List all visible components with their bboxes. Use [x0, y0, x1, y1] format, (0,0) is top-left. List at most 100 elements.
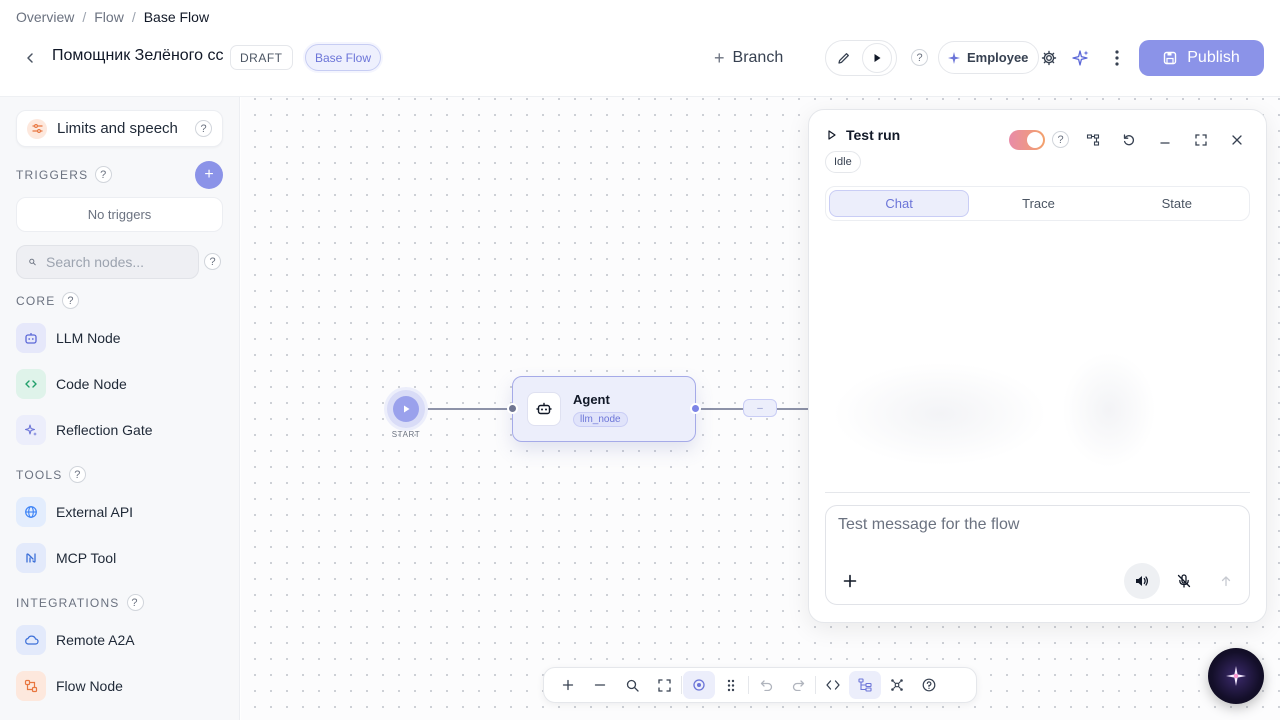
fit-view-button[interactable] [648, 671, 680, 699]
branch-label: Branch [732, 49, 784, 66]
run-status-badge: Idle [825, 151, 861, 173]
zoom-in-button[interactable] [552, 671, 584, 699]
undo-button[interactable] [750, 671, 782, 699]
run-button[interactable] [862, 43, 892, 73]
help-icon[interactable]: ? [195, 120, 212, 137]
focus-button[interactable] [683, 671, 715, 699]
agent-title: Agent [573, 391, 610, 407]
node-label: Remote A2A [56, 632, 135, 648]
redo-icon [792, 680, 804, 691]
breadcrumb-separator: / [131, 9, 136, 25]
plus-icon: + [714, 47, 725, 68]
graph-view-button[interactable] [1081, 128, 1105, 152]
send-button[interactable] [1214, 569, 1238, 593]
ai-sparkle-button[interactable] [1069, 46, 1093, 70]
triggers-title: TRIGGERS [16, 167, 89, 182]
publish-button[interactable]: Publish [1139, 40, 1264, 76]
limits-and-speech-card[interactable]: Limits and speech ? [16, 110, 223, 147]
test-run-tabs: Chat Trace State [825, 186, 1250, 221]
help-icon[interactable]: ? [204, 253, 221, 270]
sidebar-item-reflection-gate[interactable]: Reflection Gate [16, 414, 153, 446]
breadcrumb-overview[interactable]: Overview [16, 9, 74, 25]
empty-state-shape [832, 362, 1048, 466]
zoom-out-button[interactable] [584, 671, 616, 699]
tree-structure-icon [1086, 134, 1100, 146]
flow-icon [16, 671, 46, 701]
edge-label-pill[interactable]: – [743, 399, 777, 417]
input-port[interactable] [507, 403, 518, 414]
code-view-button[interactable] [817, 671, 849, 699]
play-icon [828, 130, 836, 140]
core-title: CORE [16, 293, 56, 308]
add-trigger-button[interactable]: + [195, 161, 223, 189]
empty-state-shape [1062, 352, 1156, 468]
help-icon[interactable]: ? [911, 49, 928, 66]
microphone-button[interactable] [1172, 569, 1196, 593]
reset-button[interactable] [1117, 128, 1141, 152]
employee-button[interactable]: Employee [938, 41, 1040, 74]
triggers-section-title: TRIGGERS ? [16, 166, 113, 183]
expand-icon [1195, 134, 1207, 146]
tab-chat[interactable]: Chat [829, 190, 970, 217]
globe-icon [16, 497, 46, 527]
assistant-orb-button[interactable] [1208, 648, 1264, 704]
sidebar-item-llm-node[interactable]: LLM Node [16, 322, 121, 354]
more-menu-button[interactable] [1105, 46, 1129, 70]
node-label: LLM Node [56, 330, 121, 346]
minimize-button[interactable] [1153, 128, 1177, 152]
network-view-button[interactable] [881, 671, 913, 699]
sidebar-item-remote-a2a[interactable]: Remote A2A [16, 624, 135, 656]
node-label: External API [56, 504, 134, 520]
back-button[interactable] [20, 48, 40, 68]
zoom-search-button[interactable] [616, 671, 648, 699]
integrations-title: INTEGRATIONS [16, 595, 120, 610]
speaker-button[interactable] [1124, 563, 1160, 599]
fullscreen-button[interactable] [1189, 128, 1213, 152]
sidebar-item-external-api[interactable]: External API [16, 496, 133, 528]
flow-title[interactable]: Помощник Зелёного сс [52, 47, 224, 67]
attach-button[interactable] [838, 569, 862, 593]
drag-handle-button[interactable] [715, 671, 747, 699]
start-node[interactable] [387, 390, 425, 428]
robot-icon [16, 323, 46, 353]
redo-button[interactable] [782, 671, 814, 699]
help-icon[interactable]: ? [95, 166, 113, 183]
help-icon[interactable]: ? [69, 466, 87, 483]
edge-start-agent[interactable] [425, 408, 515, 410]
toolbar-divider [681, 676, 682, 694]
magic-sparkle-icon [1072, 50, 1089, 66]
agent-node[interactable]: Agent llm_node [512, 376, 696, 442]
edit-button[interactable] [830, 44, 858, 72]
help-icon[interactable]: ? [1052, 131, 1069, 148]
auto-layout-button[interactable] [849, 671, 881, 699]
breadcrumb: Overview / Flow / Base Flow [16, 9, 209, 25]
voice-toggle[interactable] [1009, 130, 1045, 150]
sidebar-item-mcp-tool[interactable]: MCP Tool [16, 542, 116, 574]
settings-button[interactable] [1037, 46, 1061, 70]
close-panel-button[interactable] [1225, 128, 1249, 152]
search-input[interactable] [46, 254, 186, 270]
sliders-icon [27, 118, 47, 139]
breadcrumb-flow[interactable]: Flow [94, 9, 124, 25]
test-run-toggle[interactable]: Test run [828, 127, 900, 143]
node-label: Reflection Gate [56, 422, 153, 438]
branch-button[interactable]: + Branch [714, 47, 783, 69]
help-icon[interactable]: ? [126, 594, 144, 611]
output-port[interactable] [690, 403, 701, 414]
tab-state[interactable]: State [1108, 190, 1246, 217]
message-input[interactable] [838, 516, 1238, 556]
tab-trace[interactable]: Trace [969, 190, 1107, 217]
help-icon[interactable]: ? [62, 292, 80, 309]
sidebar-item-code-node[interactable]: Code Node [16, 368, 127, 400]
node-label: Code Node [56, 376, 127, 392]
status-badge: DRAFT [230, 45, 293, 70]
rotate-ccw-icon [1123, 134, 1135, 146]
tools-title: TOOLS [16, 467, 63, 482]
tools-section-title: TOOLS ? [16, 466, 87, 483]
start-label: START [391, 430, 421, 439]
help-button[interactable] [913, 671, 945, 699]
no-triggers-placeholder: No triggers [16, 197, 223, 232]
flow-pill[interactable]: Base Flow [305, 44, 382, 71]
sidebar-item-flow-node[interactable]: Flow Node [16, 670, 123, 702]
grip-icon [727, 679, 735, 691]
